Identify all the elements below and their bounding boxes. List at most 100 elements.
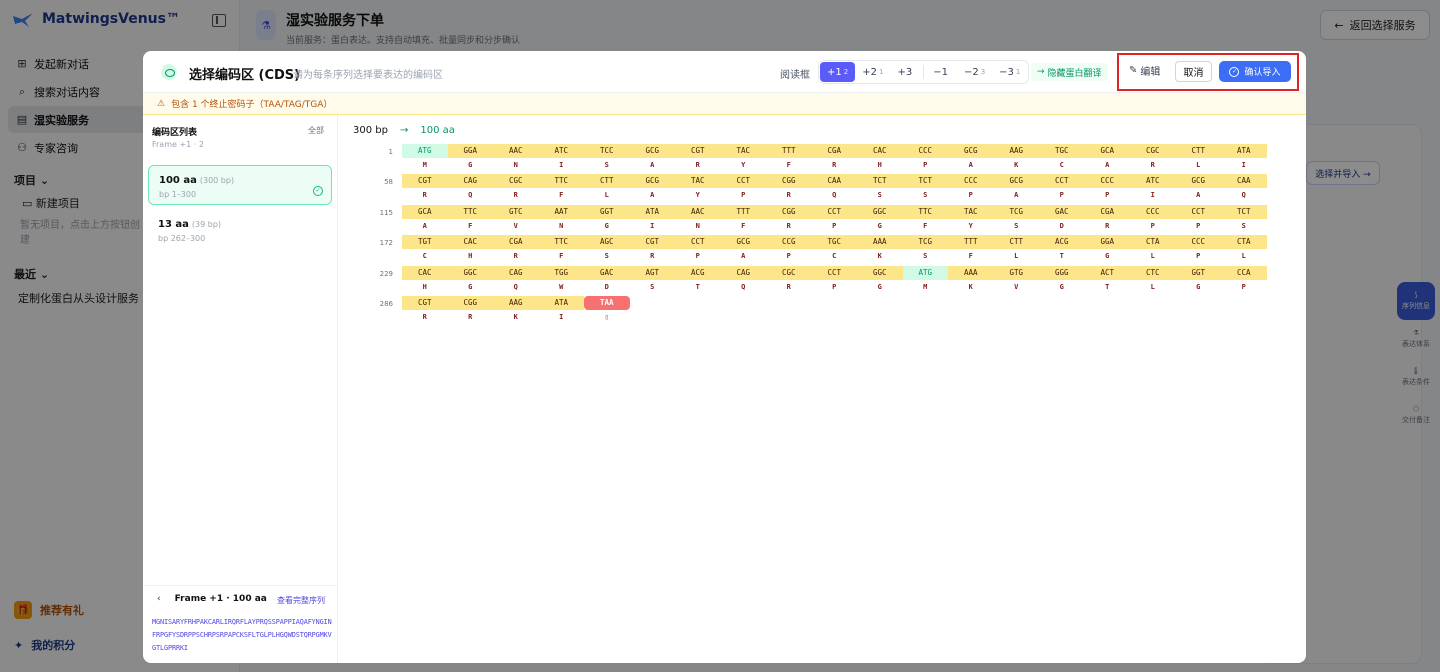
codon-cell[interactable]: CGC R (1130, 144, 1176, 172)
codon-cell[interactable]: ATA I (1221, 144, 1267, 172)
codon-cell[interactable]: TTC F (902, 204, 948, 233)
codon-cell[interactable]: CCT P (675, 235, 721, 263)
codon-cell[interactable]: AAT N (538, 204, 584, 233)
codon-cell[interactable]: CAC H (857, 144, 903, 172)
codon-cell[interactable]: CGC R (493, 174, 539, 202)
codon-cell[interactable]: AGC S (584, 235, 630, 263)
codon-cell[interactable]: CGT R (402, 296, 448, 324)
codon-cell[interactable]: ATA I (538, 296, 584, 324)
cds-item-selected[interactable]: 100 aa (300 bp) bp 1–300 ✓ (148, 165, 332, 205)
codon-cell[interactable]: TCC S (584, 144, 630, 172)
codon-cell[interactable]: TAC Y (675, 174, 721, 202)
codon-cell[interactable]: TGC C (811, 235, 857, 263)
codon-cell[interactable]: TAC Y (948, 204, 994, 233)
codon-cell[interactable]: AGT S (629, 265, 675, 294)
codon-cell[interactable]: CAG Q (720, 265, 766, 294)
codon-cell[interactable]: AAA K (948, 265, 994, 294)
codon-cell[interactable]: CCT P (811, 265, 857, 294)
codon-cell[interactable]: CCC P (948, 174, 994, 202)
codon-cell[interactable]: CCA P (1221, 265, 1267, 294)
codon-cell[interactable]: CTT L (993, 235, 1039, 263)
codon-cell[interactable]: CGG R (766, 174, 812, 202)
codon-cell[interactable]: TCT S (857, 174, 903, 202)
codon-cell[interactable]: AAC N (675, 204, 721, 233)
codon-cell[interactable]: TCG S (902, 235, 948, 263)
frame-button-minus2[interactable]: −2 3 (957, 62, 992, 82)
codon-cell[interactable]: TCG S (993, 204, 1039, 233)
codon-cell[interactable]: CGG R (447, 296, 493, 324)
frame-button-plus3[interactable]: +3 (890, 62, 921, 82)
codon-cell[interactable]: CTT L (584, 174, 630, 202)
confirm-import-button[interactable]: ✓ 确认导入 (1219, 61, 1291, 82)
frame-button-minus1[interactable]: −1 (926, 62, 957, 82)
codon-cell[interactable]: GGG G (1039, 265, 1085, 294)
cds-item[interactable]: 13 aa (39 bp) bp 262–300 (148, 210, 332, 246)
codon-cell[interactable]: GCG A (993, 174, 1039, 202)
codon-cell[interactable]: CCT P (811, 204, 857, 233)
codon-cell[interactable]: TGC C (1039, 144, 1085, 172)
codon-cell[interactable]: CGT R (675, 144, 721, 172)
codon-cell[interactable]: GCA A (402, 204, 448, 233)
codon-cell[interactable]: ATC I (1130, 174, 1176, 202)
codon-cell[interactable]: CTC L (1130, 265, 1176, 294)
codon-cell[interactable]: GCG A (629, 174, 675, 202)
codon-cell[interactable]: ATC I (538, 144, 584, 172)
codon-cell[interactable]: GTC V (493, 204, 539, 233)
codon-cell[interactable]: TTT F (766, 144, 812, 172)
codon-cell[interactable]: GGT G (1175, 265, 1221, 294)
codon-cell[interactable]: GGA G (447, 144, 493, 172)
codon-cell[interactable]: TGG W (538, 265, 584, 294)
codon-cell[interactable]: AAG K (993, 144, 1039, 172)
codon-cell[interactable]: TCT S (1221, 204, 1267, 233)
codon-cell[interactable]: ATG M (902, 265, 948, 294)
codon-cell[interactable]: ACG T (1039, 235, 1085, 263)
codon-cell[interactable]: GGC G (857, 265, 903, 294)
codon-cell[interactable]: CAC H (402, 265, 448, 294)
hide-translation-button[interactable]: → 隐藏蛋白翻译 (1031, 63, 1108, 81)
codon-cell[interactable]: ACG T (675, 265, 721, 294)
codon-cell[interactable]: CCC P (1130, 204, 1176, 233)
codon-cell[interactable]: TTC F (538, 235, 584, 263)
codon-cell[interactable]: GCG A (1175, 174, 1221, 202)
codon-cell[interactable]: AAG K (493, 296, 539, 324)
codon-cell[interactable]: CCC P (902, 144, 948, 172)
codon-cell[interactable]: AAA K (857, 235, 903, 263)
codon-cell[interactable]: TCT S (902, 174, 948, 202)
codon-cell[interactable]: ATG M (402, 144, 448, 172)
view-full-sequence-link[interactable]: 查看完整序列 (277, 595, 325, 606)
codon-cell[interactable]: GAC D (584, 265, 630, 294)
codon-cell[interactable]: GTG V (993, 265, 1039, 294)
codon-cell[interactable]: GAC D (1039, 204, 1085, 233)
codon-cell[interactable]: ATA I (629, 204, 675, 233)
codon-cell[interactable]: CAG Q (493, 265, 539, 294)
codon-cell[interactable]: GCA A (1084, 144, 1130, 172)
edit-button[interactable]: ✎ 编辑 (1129, 63, 1160, 78)
codon-cell[interactable]: CGA R (1084, 204, 1130, 233)
codon-cell[interactable]: CGA R (811, 144, 857, 172)
codon-cell[interactable]: GGC G (857, 204, 903, 233)
codon-cell[interactable]: TTT F (948, 235, 994, 263)
cds-list-all-link[interactable]: 全部 (308, 125, 324, 136)
codon-cell[interactable]: GCG A (948, 144, 994, 172)
codon-cell[interactable]: CCC P (1175, 235, 1221, 263)
codon-cell[interactable]: CCC P (1084, 174, 1130, 202)
codon-cell[interactable]: CCT P (1039, 174, 1085, 202)
codon-cell[interactable]: CCG P (766, 235, 812, 263)
cancel-button[interactable]: 取消 (1175, 61, 1212, 82)
codon-cell[interactable]: CAA Q (811, 174, 857, 202)
codon-cell[interactable]: CAG Q (447, 174, 493, 202)
codon-cell[interactable]: CCT P (720, 174, 766, 202)
codon-cell[interactable]: CTA L (1221, 235, 1267, 263)
chevron-left-icon[interactable]: ‹ (157, 594, 161, 604)
codon-cell[interactable]: CAA Q (1221, 174, 1267, 202)
codon-cell[interactable]: GGA G (1084, 235, 1130, 263)
codon-cell[interactable]: GCG A (720, 235, 766, 263)
frame-button-plus2[interactable]: +2 1 (855, 62, 890, 82)
codon-cell[interactable]: CGT R (402, 174, 448, 202)
codon-cell[interactable]: CTT L (1175, 144, 1221, 172)
codon-cell[interactable]: TTC F (538, 174, 584, 202)
codon-cell[interactable]: ACT T (1084, 265, 1130, 294)
codon-cell[interactable]: TAA ▯ (584, 296, 630, 324)
codon-cell[interactable]: CCT P (1175, 204, 1221, 233)
codon-cell[interactable]: GGC G (447, 265, 493, 294)
